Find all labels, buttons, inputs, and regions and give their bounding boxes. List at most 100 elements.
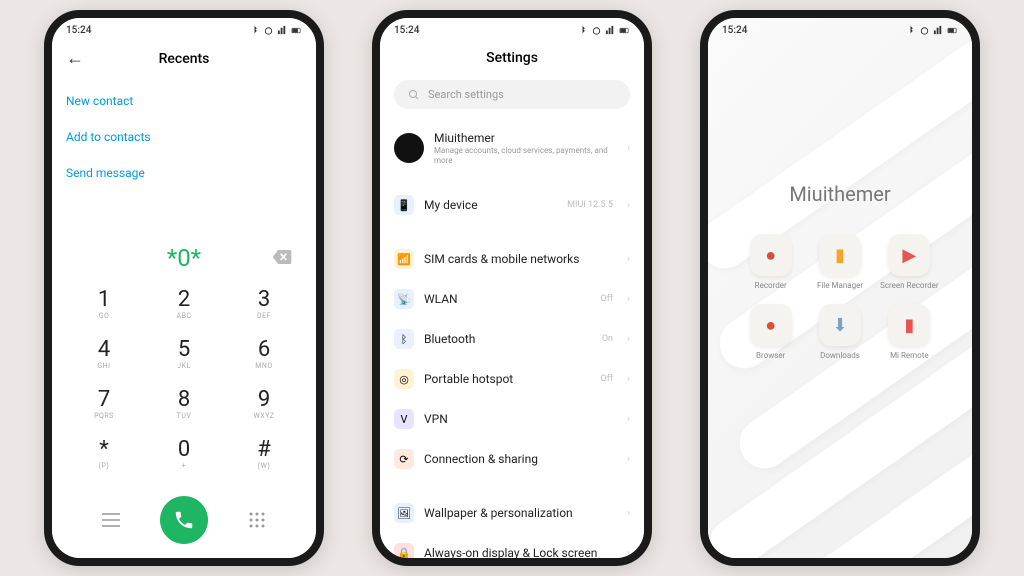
row-title: Connection & sharing bbox=[424, 452, 617, 466]
key-#[interactable]: #(W) bbox=[230, 432, 298, 476]
settings-row[interactable]: 📡 WLAN Off › bbox=[394, 279, 630, 319]
key-digit: 9 bbox=[258, 389, 270, 411]
status-time: 15:24 bbox=[394, 25, 419, 36]
settings-row[interactable]: ⟳ Connection & sharing › bbox=[394, 439, 630, 479]
app-icon: ▮ bbox=[888, 304, 930, 346]
chevron-right-icon: › bbox=[627, 254, 630, 265]
key-1[interactable]: 1GO bbox=[70, 282, 138, 326]
app-icon: ● bbox=[750, 234, 792, 276]
status-icons bbox=[577, 25, 630, 36]
battery-icon bbox=[291, 25, 302, 36]
key-digit: 4 bbox=[98, 339, 110, 361]
key-3[interactable]: 3DEF bbox=[230, 282, 298, 326]
row-value: Off bbox=[601, 294, 613, 304]
app-mi-remote[interactable]: ▮ Mi Remote bbox=[875, 304, 944, 360]
call-button[interactable] bbox=[160, 496, 208, 544]
status-time: 15:24 bbox=[722, 25, 747, 36]
row-value: On bbox=[602, 334, 613, 344]
folder-title: Miuithemer bbox=[708, 42, 972, 234]
chevron-right-icon: › bbox=[627, 454, 630, 465]
battery-icon bbox=[947, 25, 958, 36]
settings-row[interactable]: ◎ Portable hotspot Off › bbox=[394, 359, 630, 399]
dialer-screen: 15:24 ← Recents New contact Add to conta… bbox=[52, 18, 316, 558]
app-label: Recorder bbox=[755, 281, 787, 290]
key-9[interactable]: 9WXYZ bbox=[230, 382, 298, 426]
key-8[interactable]: 8TUV bbox=[150, 382, 218, 426]
status-icons bbox=[905, 25, 958, 36]
key-digit: 7 bbox=[98, 389, 110, 411]
key-2[interactable]: 2ABC bbox=[150, 282, 218, 326]
search-icon bbox=[408, 89, 420, 101]
chevron-right-icon: › bbox=[627, 374, 630, 385]
key-letters: WXYZ bbox=[254, 412, 275, 420]
app-file-manager[interactable]: ▮ File Manager bbox=[805, 234, 874, 290]
status-time: 15:24 bbox=[66, 25, 91, 36]
new-contact-link[interactable]: New contact bbox=[66, 83, 302, 119]
dial-display: *0* bbox=[52, 224, 316, 282]
home-screen: 15:24 Miuithemer ● Recorder▮ File Manage… bbox=[708, 18, 972, 558]
app-downloads[interactable]: ⬇ Downloads bbox=[805, 304, 874, 360]
search-input[interactable]: Search settings bbox=[394, 80, 630, 109]
row-icon: ⟳ bbox=[394, 449, 414, 469]
key-6[interactable]: 6MNO bbox=[230, 332, 298, 376]
settings-row[interactable]: V VPN › bbox=[394, 399, 630, 439]
signal-icon bbox=[933, 25, 944, 36]
key-letters: (W) bbox=[258, 462, 271, 470]
chevron-right-icon: › bbox=[627, 414, 630, 425]
key-digit: 2 bbox=[178, 289, 190, 311]
app-label: Browser bbox=[756, 351, 785, 360]
settings-row[interactable]: 📱 My device MIUI 12.5.5 › bbox=[394, 185, 630, 225]
row-title: SIM cards & mobile networks bbox=[424, 252, 617, 266]
row-icon: ᛒ bbox=[394, 329, 414, 349]
menu-button[interactable] bbox=[91, 500, 131, 540]
key-digit: # bbox=[257, 439, 271, 461]
keypad: 1GO 2ABC 3DEF 4GHI 5JKL 6MNO 7PQRS 8TUV 9WXYZ *(P… bbox=[52, 282, 316, 490]
row-title: My device bbox=[424, 198, 557, 212]
account-name: Miuithemer bbox=[434, 131, 617, 145]
key-letters: PQRS bbox=[94, 412, 114, 420]
key-letters: JKL bbox=[177, 362, 191, 370]
row-title: VPN bbox=[424, 412, 617, 426]
back-icon[interactable]: ← bbox=[66, 48, 84, 69]
send-message-link[interactable]: Send message bbox=[66, 155, 302, 191]
app-recorder[interactable]: ● Recorder bbox=[736, 234, 805, 290]
chevron-right-icon: › bbox=[627, 200, 630, 211]
add-to-contacts-link[interactable]: Add to contacts bbox=[66, 119, 302, 155]
app-screen-recorder[interactable]: ▶ Screen Recorder bbox=[875, 234, 944, 290]
avatar bbox=[394, 133, 424, 163]
key-digit: 8 bbox=[178, 389, 190, 411]
key-7[interactable]: 7PQRS bbox=[70, 382, 138, 426]
alarm-icon bbox=[263, 25, 274, 36]
key-5[interactable]: 5JKL bbox=[150, 332, 218, 376]
row-icon: ◎ bbox=[394, 369, 414, 389]
key-letters: TUV bbox=[177, 412, 192, 420]
chevron-right-icon: › bbox=[627, 548, 630, 558]
key-letters: (P) bbox=[99, 462, 110, 470]
app-icon: ▶ bbox=[888, 234, 930, 276]
dialpad-toggle-button[interactable] bbox=[237, 500, 277, 540]
key-digit: 0 bbox=[178, 439, 190, 461]
phone-frame-home: 15:24 Miuithemer ● Recorder▮ File Manage… bbox=[700, 10, 980, 566]
status-icons bbox=[249, 25, 302, 36]
account-row[interactable]: Miuithemer Manage accounts, cloud servic… bbox=[394, 121, 630, 175]
row-icon: 📱 bbox=[394, 195, 414, 215]
settings-row[interactable]: ᛒ Bluetooth On › bbox=[394, 319, 630, 359]
key-letters: DEF bbox=[257, 312, 271, 320]
key-4[interactable]: 4GHI bbox=[70, 332, 138, 376]
chevron-right-icon: › bbox=[627, 143, 630, 154]
key-*[interactable]: *(P) bbox=[70, 432, 138, 476]
row-title: Portable hotspot bbox=[424, 372, 591, 386]
settings-screen: 15:24 Settings Search settings Miuitheme… bbox=[380, 18, 644, 558]
dialed-number: *0* bbox=[167, 244, 201, 272]
settings-list: Miuithemer Manage accounts, cloud servic… bbox=[380, 121, 644, 558]
key-0[interactable]: 0+ bbox=[150, 432, 218, 476]
alarm-icon bbox=[591, 25, 602, 36]
backspace-button[interactable] bbox=[272, 249, 292, 268]
row-title: Bluetooth bbox=[424, 332, 592, 346]
app-browser[interactable]: ● Browser bbox=[736, 304, 805, 360]
settings-row[interactable]: 🔒 Always-on display & Lock screen › bbox=[394, 533, 630, 558]
app-icon: ⬇ bbox=[819, 304, 861, 346]
row-icon: 📡 bbox=[394, 289, 414, 309]
settings-row[interactable]: 🖼 Wallpaper & personalization › bbox=[394, 493, 630, 533]
settings-row[interactable]: 📶 SIM cards & mobile networks › bbox=[394, 239, 630, 279]
